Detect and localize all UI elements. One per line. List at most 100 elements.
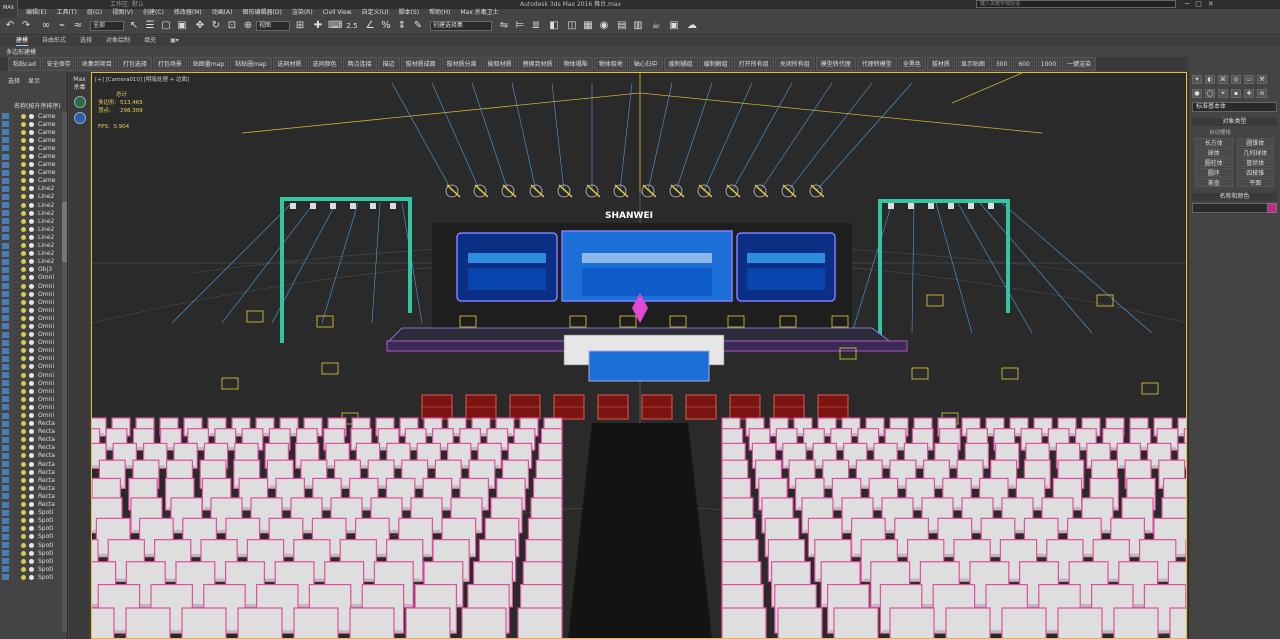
camera-viewport[interactable]: SHANWEI [+] [Camera010] [明暗处理 + 边面] 总计 多…: [91, 72, 1187, 639]
scene-list-item[interactable]: Recta: [0, 484, 68, 492]
select-by-name-icon[interactable]: ☰: [144, 20, 156, 32]
scene-list-item[interactable]: Spoti: [0, 541, 68, 549]
light-bulb-icon[interactable]: [21, 267, 26, 273]
tool-button-8[interactable]: 选同颜色: [307, 57, 342, 71]
tool-button-5[interactable]: 贴图量map: [187, 57, 230, 71]
scrollbar-thumb[interactable]: [62, 202, 67, 262]
manipulate-icon[interactable]: ✚: [312, 20, 324, 32]
viewport-label[interactable]: [+] [Camera010] [明暗处理 + 边面]: [95, 75, 189, 83]
light-bulb-icon[interactable]: [21, 178, 26, 184]
scene-list-item[interactable]: Came: [0, 152, 68, 160]
scene-list-item[interactable]: Came: [0, 144, 68, 152]
eye-icon[interactable]: [29, 145, 34, 151]
scene-list-item[interactable]: Omni: [0, 411, 68, 419]
box-button[interactable]: 长方体: [1195, 138, 1233, 147]
light-bulb-icon[interactable]: [21, 372, 26, 378]
search-input[interactable]: 键入关键字或短语: [976, 0, 1176, 8]
eye-icon[interactable]: [29, 178, 34, 184]
eye-icon[interactable]: [29, 413, 34, 419]
eye-icon[interactable]: [29, 315, 34, 321]
eye-icon[interactable]: [29, 534, 34, 540]
eye-icon[interactable]: [29, 445, 34, 451]
menu-create[interactable]: 创建(C): [143, 9, 164, 17]
light-bulb-icon[interactable]: [21, 162, 26, 168]
eye-icon[interactable]: [29, 234, 34, 240]
eye-icon[interactable]: [29, 526, 34, 532]
schematic-view-icon[interactable]: ▦: [582, 20, 594, 32]
pivot-icon[interactable]: ⊞: [294, 20, 306, 32]
light-bulb-icon[interactable]: [21, 534, 26, 540]
scene-list-item[interactable]: Omni: [0, 331, 68, 339]
eye-icon[interactable]: [29, 340, 34, 346]
light-bulb-icon[interactable]: [21, 251, 26, 257]
light-bulb-icon[interactable]: [21, 510, 26, 516]
eye-icon[interactable]: [29, 194, 34, 200]
scene-list-item[interactable]: Line2: [0, 258, 68, 266]
scene-list-item[interactable]: Recta: [0, 452, 68, 460]
mirror-icon[interactable]: ⇋: [498, 20, 510, 32]
app-logo[interactable]: MAX: [0, 0, 18, 18]
scene-list-item[interactable]: Omni: [0, 290, 68, 298]
scene-list-item[interactable]: Omni: [0, 363, 68, 371]
eye-icon[interactable]: [29, 453, 34, 459]
link-icon[interactable]: ∞: [40, 20, 52, 32]
scene-list-item[interactable]: Recta: [0, 476, 68, 484]
tool-button-25[interactable]: 拔材质: [926, 57, 955, 71]
eye-icon[interactable]: [29, 485, 34, 491]
display-tab-icon[interactable]: ▭: [1244, 75, 1254, 84]
bind-space-warp-icon[interactable]: ≈: [72, 20, 84, 32]
light-bulb-icon[interactable]: [21, 170, 26, 176]
edit-named-selection-icon[interactable]: ✎: [412, 20, 424, 32]
light-bulb-icon[interactable]: [21, 299, 26, 305]
geosphere-button[interactable]: 几何球体: [1236, 148, 1274, 157]
scene-list-item[interactable]: Omni: [0, 371, 68, 379]
scene-list-item[interactable]: Line2: [0, 242, 68, 250]
light-bulb-icon[interactable]: [21, 186, 26, 192]
layer-icon[interactable]: ≣: [530, 20, 542, 32]
scene-list-item[interactable]: Omni: [0, 339, 68, 347]
scene-list-item[interactable]: Line2: [0, 201, 68, 209]
undo-icon[interactable]: ↶: [4, 20, 16, 32]
light-bulb-icon[interactable]: [21, 315, 26, 321]
menu-tools[interactable]: 工具(T): [56, 9, 76, 17]
eye-icon[interactable]: [29, 218, 34, 224]
named-selection-set[interactable]: 创建选择集: [430, 21, 492, 31]
torus-button[interactable]: 圆环: [1195, 168, 1233, 177]
scene-list-item[interactable]: Came: [0, 112, 68, 120]
scene-list-item[interactable]: Omni: [0, 282, 68, 290]
eye-icon[interactable]: [29, 574, 34, 580]
light-bulb-icon[interactable]: [21, 283, 26, 289]
tool-button-29[interactable]: 1000: [1035, 57, 1062, 71]
eye-icon[interactable]: [29, 477, 34, 483]
scene-list-item[interactable]: Omni: [0, 274, 68, 282]
antivirus-scan-icon[interactable]: [73, 96, 86, 108]
eye-icon[interactable]: [29, 251, 34, 257]
light-bulb-icon[interactable]: [21, 194, 26, 200]
helpers-icon[interactable]: ✚: [1244, 89, 1254, 98]
eye-icon[interactable]: [29, 121, 34, 127]
light-bulb-icon[interactable]: [21, 550, 26, 556]
eye-icon[interactable]: [29, 364, 34, 370]
menu-civil-view[interactable]: Civil View: [323, 9, 352, 17]
scene-list-item[interactable]: Omni: [0, 314, 68, 322]
tool-button-26[interactable]: 显示贴图: [955, 57, 990, 71]
light-bulb-icon[interactable]: [21, 243, 26, 249]
scene-sort-header[interactable]: 名称(按升序排序): [0, 102, 67, 112]
tool-button-24[interactable]: 全黑色: [897, 57, 926, 71]
scene-scrollbar[interactable]: [62, 112, 67, 632]
eye-icon[interactable]: [29, 502, 34, 508]
graphite-icon[interactable]: ◧: [548, 20, 560, 32]
scene-list-item[interactable]: Came: [0, 161, 68, 169]
cameras-icon[interactable]: ▪: [1231, 89, 1241, 98]
tool-button-16[interactable]: 物体吸地: [593, 57, 628, 71]
scene-list-item[interactable]: Came: [0, 177, 68, 185]
light-bulb-icon[interactable]: [21, 502, 26, 508]
eye-icon[interactable]: [29, 558, 34, 564]
workspace-label[interactable]: 工作区: 默认: [110, 0, 144, 9]
scene-list-item[interactable]: Omni: [0, 355, 68, 363]
scene-list-item[interactable]: Recta: [0, 436, 68, 444]
render-icon[interactable]: ☕: [650, 20, 662, 32]
scene-list-item[interactable]: Spoti: [0, 573, 68, 581]
object-color-swatch[interactable]: [1267, 203, 1277, 213]
ribbon-subtitle[interactable]: 多边形建模: [6, 47, 36, 56]
